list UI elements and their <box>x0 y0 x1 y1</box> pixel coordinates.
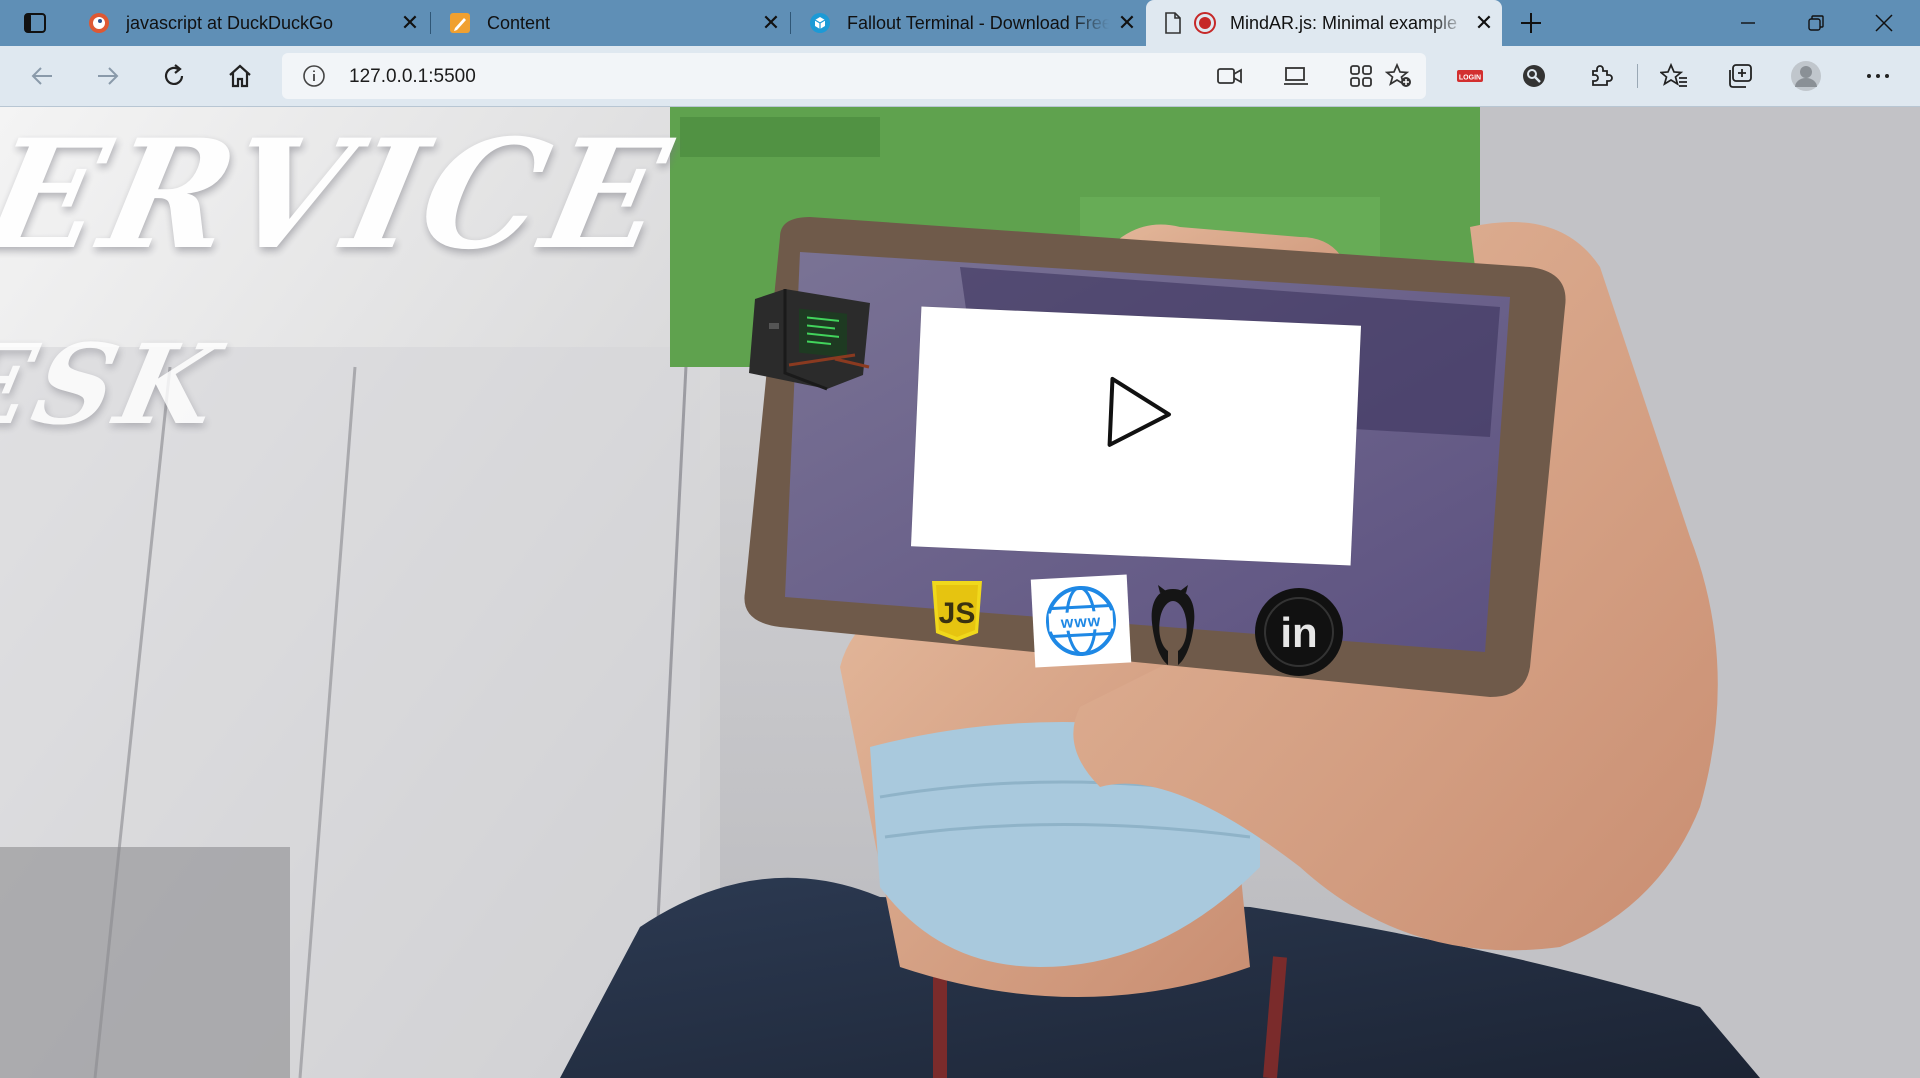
video-card[interactable] <box>910 306 1362 566</box>
sign-line-1: ERVICE <box>0 107 686 283</box>
www-text: www <box>1059 613 1101 632</box>
forward-icon <box>98 67 119 85</box>
home-button[interactable] <box>220 56 260 96</box>
extensions-button[interactable] <box>1580 56 1620 96</box>
website-link[interactable]: www <box>1030 574 1132 668</box>
toolbar-divider <box>1637 64 1638 88</box>
terminal-model-icon <box>749 289 870 391</box>
refresh-button[interactable] <box>154 56 194 96</box>
app-available-icon[interactable] <box>1283 65 1309 87</box>
add-favorite-icon[interactable] <box>1385 63 1413 89</box>
close-tab-icon[interactable]: ✕ <box>1109 10 1145 36</box>
linkedin-icon: in <box>1255 588 1343 676</box>
close-window-button[interactable] <box>1850 0 1918 46</box>
refresh-icon <box>164 64 184 85</box>
plus-icon <box>1521 13 1541 33</box>
search-extension-icon <box>1523 65 1545 87</box>
browser-toolbar: 127.0.0.1:5500 LOGIN <box>0 46 1920 107</box>
sign-line-2: ESK <box>0 320 234 449</box>
recording-icon <box>1194 12 1216 34</box>
minimize-icon <box>1741 22 1755 24</box>
tab-bar: javascript at DuckDuckGo ✕ Content ✕ Fal… <box>0 0 1920 46</box>
tab-mindar[interactable]: MindAR.js: Minimal example ✕ <box>1146 0 1502 46</box>
camera-icon[interactable] <box>1217 65 1243 87</box>
js-text: JS <box>939 597 976 630</box>
tab-fallout-terminal[interactable]: Fallout Terminal - Download Free ✕ <box>791 0 1145 46</box>
play-icon[interactable] <box>1105 375 1174 452</box>
close-icon <box>1875 14 1893 32</box>
linkedin-text: in <box>1280 609 1317 656</box>
service-desk-sign: ERVICE ESK <box>0 107 685 459</box>
qr-code-icon[interactable] <box>1349 64 1373 88</box>
favorites-button[interactable] <box>1654 56 1694 96</box>
tab-duckduckgo[interactable]: javascript at DuckDuckGo ✕ <box>70 0 428 46</box>
favorites-icon <box>1660 63 1687 87</box>
tab-actions-button[interactable] <box>0 0 70 46</box>
login-extension-icon: LOGIN <box>1457 70 1483 82</box>
restore-icon <box>1808 15 1824 31</box>
minimize-button[interactable] <box>1714 0 1782 46</box>
page-icon <box>1165 12 1181 34</box>
restore-button[interactable] <box>1782 0 1850 46</box>
github-link[interactable] <box>1146 585 1200 669</box>
extensions-icon <box>1592 65 1613 86</box>
close-tab-icon[interactable]: ✕ <box>392 10 428 36</box>
search-extension-button[interactable] <box>1514 56 1554 96</box>
more-menu-button[interactable] <box>1858 56 1898 96</box>
site-info-icon[interactable] <box>302 64 326 88</box>
tab-title: Content <box>487 12 551 33</box>
cube-icon <box>810 13 830 33</box>
pencil-note-icon <box>450 13 470 33</box>
home-icon <box>229 64 251 88</box>
fallout-terminal-3d-model[interactable] <box>745 285 875 405</box>
login-extension-button[interactable]: LOGIN <box>1450 56 1490 96</box>
tab-title: javascript at DuckDuckGo <box>126 12 334 33</box>
svg-text:LOGIN: LOGIN <box>1459 75 1481 82</box>
collections-icon <box>1729 64 1752 88</box>
website-www-icon: www <box>1046 586 1116 656</box>
new-tab-button[interactable] <box>1497 0 1565 46</box>
javascript-link[interactable]: JS <box>928 581 986 641</box>
tab-title: MindAR.js: Minimal example <box>1230 12 1458 33</box>
more-menu-icon <box>1867 74 1889 78</box>
back-icon <box>31 67 52 85</box>
github-icon <box>1151 585 1195 665</box>
linkedin-link[interactable]: in <box>1254 587 1344 677</box>
javascript-icon: JS <box>932 581 982 641</box>
tab-content[interactable]: Content ✕ <box>431 0 789 46</box>
duckduckgo-icon <box>89 13 109 33</box>
back-button[interactable] <box>22 56 62 96</box>
ar-camera-view: ERVICE ESK JS www in <box>0 107 1920 1078</box>
tab-actions-icon <box>24 13 46 33</box>
tab-title: Fallout Terminal - Download Free <box>847 12 1109 33</box>
profile-avatar <box>1791 61 1821 91</box>
address-bar[interactable]: 127.0.0.1:5500 <box>282 53 1426 99</box>
collections-button[interactable] <box>1720 56 1760 96</box>
close-tab-icon[interactable]: ✕ <box>753 10 789 36</box>
url-text[interactable]: 127.0.0.1:5500 <box>349 66 476 88</box>
forward-button[interactable] <box>88 56 128 96</box>
profile-button[interactable] <box>1786 56 1826 96</box>
